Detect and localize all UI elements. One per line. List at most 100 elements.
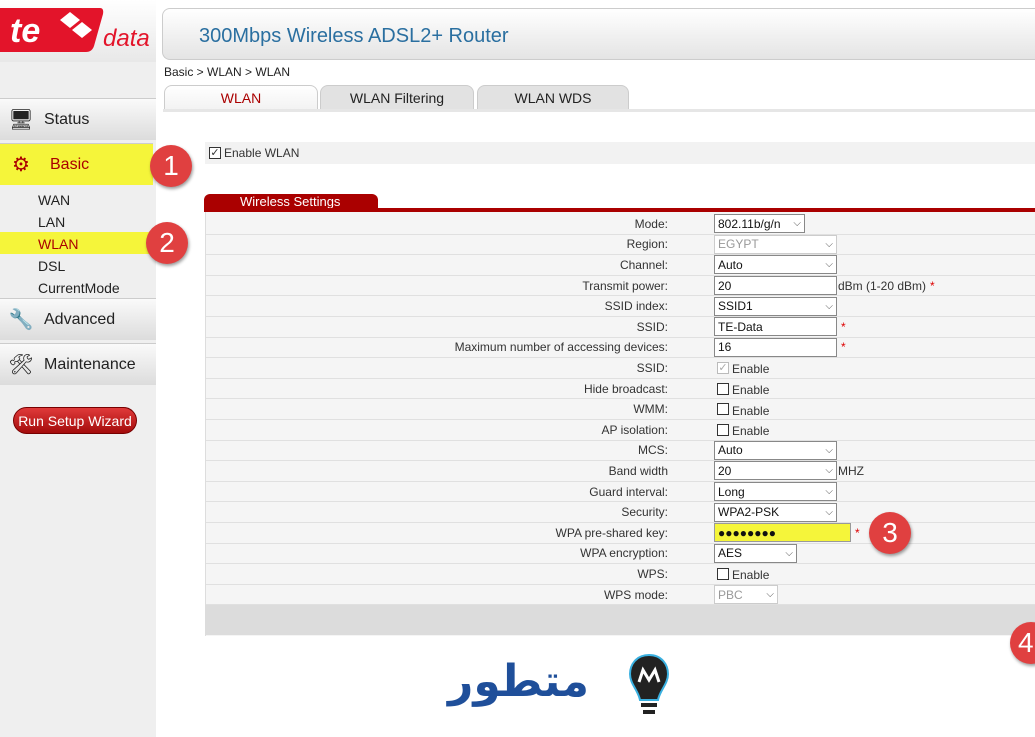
- chevron-down-icon: ⌵: [825, 300, 833, 312]
- text-input[interactable]: 16: [714, 337, 837, 357]
- field-label: Region:: [626, 237, 668, 252]
- enable-checkbox[interactable]: ✓: [717, 361, 729, 374]
- field-label: SSID:: [636, 319, 668, 334]
- field-control: Enable: [717, 565, 769, 582]
- form-row: SSID: ✓ Enable: [206, 358, 1035, 379]
- dropdown-select[interactable]: PBC ⌵: [714, 585, 778, 605]
- wireless-settings-form: Mode: 802.11b/g/n ⌵ Region: EGYPT ⌵ Channel: Au…: [205, 212, 1035, 636]
- form-row: Channel: Auto ⌵: [206, 255, 1035, 276]
- dropdown-select[interactable]: AES ⌵: [714, 543, 797, 563]
- text-input[interactable]: 20: [714, 276, 837, 296]
- dropdown-select[interactable]: Long ⌵: [714, 482, 837, 502]
- unit-label: dBm (1-20 dBm): [838, 278, 927, 293]
- dropdown-select[interactable]: 20 ⌵: [714, 461, 837, 481]
- enable-checkbox[interactable]: [717, 423, 729, 436]
- text-input[interactable]: ●●●●●●●●: [714, 523, 851, 543]
- checkbox-label: Enable: [732, 403, 770, 418]
- field-control: PBC ⌵: [714, 585, 778, 605]
- field-label: Channel:: [619, 257, 668, 272]
- chevron-down-icon: ⌵: [825, 259, 833, 271]
- field-control: Enable: [717, 421, 769, 438]
- dropdown-select[interactable]: Auto ⌵: [714, 440, 837, 460]
- dropdown-select[interactable]: EGYPT ⌵: [714, 234, 837, 254]
- divider: [163, 109, 1035, 112]
- step-badge-1: 1: [150, 145, 192, 187]
- field-control: Auto ⌵: [714, 255, 837, 275]
- svg-text:data: data: [103, 25, 150, 52]
- field-control: Enable: [717, 380, 769, 397]
- chevron-down-icon: ⌵: [766, 589, 774, 601]
- enable-checkbox[interactable]: [717, 567, 729, 580]
- form-row: Mode: 802.11b/g/n ⌵: [206, 214, 1035, 235]
- form-row: Region: EGYPT ⌵: [206, 234, 1035, 256]
- field-value: ●●●●●●●●: [718, 525, 776, 540]
- maintenance-icon: 🛠: [8, 354, 34, 376]
- chevron-down-icon: ⌵: [825, 444, 833, 456]
- field-control: 802.11b/g/n ⌵: [714, 214, 805, 234]
- breadcrumb: Basic > WLAN > WLAN: [164, 65, 291, 79]
- field-control: EGYPT ⌵: [714, 234, 837, 254]
- text-input[interactable]: TE-Data: [714, 317, 837, 337]
- enable-wlan-checkbox[interactable]: ✓: [209, 147, 221, 159]
- field-control: TE-Data *: [714, 317, 846, 337]
- field-label: Band width: [608, 463, 668, 478]
- sidebar-item-status[interactable]: 🖥 Status: [0, 98, 156, 140]
- field-control: 20 ⌵ MHZ: [714, 461, 864, 481]
- field-value: EGYPT: [718, 237, 759, 252]
- dropdown-select[interactable]: SSID1 ⌵: [714, 296, 837, 316]
- sidebar-item-basic[interactable]: ⚙ Basic: [0, 143, 153, 185]
- enable-checkbox[interactable]: [717, 382, 729, 395]
- field-label: Security:: [621, 505, 668, 520]
- form-row: SSID: TE-Data *: [206, 317, 1035, 338]
- field-value: 16: [718, 340, 732, 355]
- watermark-logo: متطور: [448, 648, 678, 718]
- run-setup-wizard-button[interactable]: Run Setup Wizard: [13, 407, 137, 434]
- sidebar-subitem-wan[interactable]: WAN: [38, 192, 70, 208]
- unit-label: MHZ: [838, 463, 864, 478]
- sidebar-subitem-currentmode[interactable]: CurrentMode: [38, 280, 120, 296]
- checkbox-label: Enable: [732, 362, 770, 377]
- field-control: AES ⌵: [714, 543, 797, 563]
- field-label: WPS mode:: [603, 587, 668, 602]
- field-value: SSID1: [718, 299, 753, 314]
- field-control: Enable: [717, 401, 769, 418]
- field-label: WPS:: [637, 566, 668, 581]
- field-control: ✓ Enable: [717, 359, 769, 376]
- form-row: Security: WPA2-PSK ⌵: [206, 502, 1035, 523]
- advanced-icon: 🔧: [8, 309, 34, 331]
- chevron-down-icon: ⌵: [785, 547, 793, 559]
- chevron-down-icon: ⌵: [793, 218, 801, 230]
- sidebar-item-maintenance[interactable]: 🛠 Maintenance: [0, 343, 156, 385]
- form-row: Maximum number of accessing devices: 16 *: [206, 337, 1035, 359]
- form-row: Hide broadcast: Enable: [206, 379, 1035, 400]
- enable-checkbox[interactable]: [717, 403, 729, 416]
- required-marker: *: [841, 340, 846, 355]
- field-value: TE-Data: [718, 319, 763, 334]
- dropdown-select[interactable]: 802.11b/g/n ⌵: [714, 214, 805, 234]
- tab-wlan-wds[interactable]: WLAN WDS: [477, 85, 629, 109]
- dropdown-select[interactable]: Auto ⌵: [714, 255, 837, 275]
- form-row: AP isolation: Enable: [206, 420, 1035, 441]
- field-label: Transmit power:: [582, 278, 668, 293]
- tab-wlan[interactable]: WLAN: [164, 85, 318, 110]
- form-row: WPA encryption: AES ⌵: [206, 543, 1035, 565]
- field-value: 802.11b/g/n: [718, 216, 781, 231]
- chevron-down-icon: ⌵: [825, 506, 833, 518]
- status-icon: 🖥: [8, 109, 34, 131]
- field-label: Mode:: [634, 216, 668, 231]
- form-row: WMM: Enable: [206, 399, 1035, 420]
- sidebar-subitem-dsl[interactable]: DSL: [38, 258, 65, 274]
- tab-wlan-filtering[interactable]: WLAN Filtering: [320, 85, 474, 109]
- sidebar-subitem-lan[interactable]: LAN: [38, 214, 65, 230]
- required-marker: *: [930, 278, 935, 293]
- field-label: Hide broadcast:: [583, 381, 668, 396]
- checkbox-label: Enable: [732, 424, 770, 439]
- field-label: MCS:: [638, 443, 668, 458]
- form-row: WPS mode: PBC ⌵: [206, 585, 1035, 606]
- form-row: Band width 20 ⌵ MHZ: [206, 461, 1035, 482]
- dropdown-select[interactable]: WPA2-PSK ⌵: [714, 502, 837, 522]
- sidebar-subitem-wlan[interactable]: WLAN: [38, 236, 78, 252]
- sidebar: te data 🖥 Status ⚙ Basic WAN LAN WLAN DSL …: [0, 0, 156, 737]
- sidebar-item-advanced[interactable]: 🔧 Advanced: [0, 298, 156, 340]
- field-control: SSID1 ⌵: [714, 296, 837, 316]
